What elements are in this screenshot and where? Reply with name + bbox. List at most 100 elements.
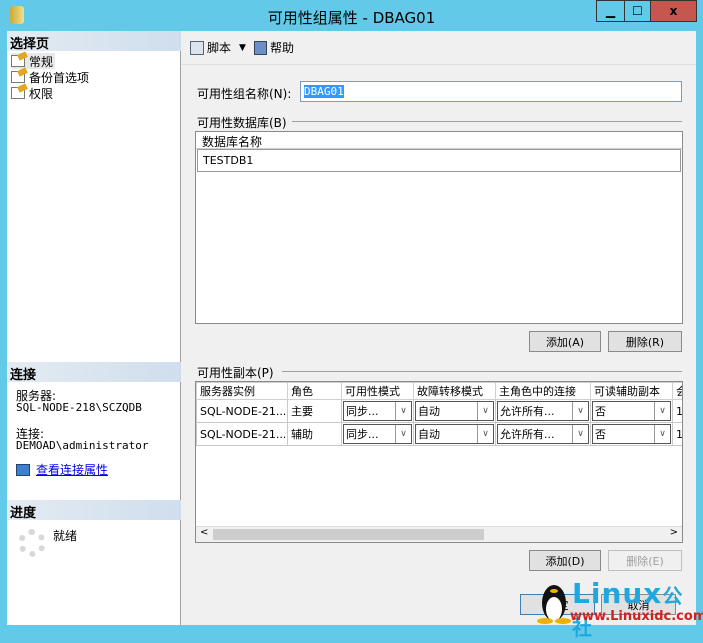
connection-value: DEMOAD\administrator — [16, 439, 149, 452]
chevron-down-icon[interactable]: ∨ — [654, 402, 670, 420]
selected-value: 自动 — [418, 405, 440, 418]
server-value: SQL-NODE-218\SCZQDB — [16, 401, 142, 414]
ok-button[interactable]: 确定 — [520, 594, 595, 615]
connection-info: 服务器: SQL-NODE-218\SCZQDB 连接: DEMOAD\admi… — [16, 390, 148, 452]
replica-row[interactable]: SQL-NODE-21...主要同步...∨自动∨允许所有...∨否∨1( — [196, 399, 682, 423]
progress-spinner-icon — [18, 529, 46, 557]
chevron-down-icon[interactable]: ∨ — [395, 402, 411, 420]
replica-role-cell[interactable]: 辅助 — [287, 422, 342, 446]
remove-replica-button[interactable]: 删除(E) — [608, 550, 682, 571]
script-button[interactable]: 脚本 — [190, 39, 231, 56]
selected-value: 同步... — [346, 405, 379, 418]
readable-secondary-select[interactable]: 否 ∨ — [592, 424, 671, 444]
nav-item-permissions[interactable]: 权限 — [11, 85, 53, 101]
readable-secondary-select[interactable]: 否 ∨ — [592, 401, 671, 421]
selected-value: 允许所有... — [500, 405, 555, 418]
progress-header: 进度 — [7, 500, 181, 521]
ag-name-input[interactable]: DBAG01 — [300, 81, 682, 102]
cancel-button[interactable]: 取消 — [601, 594, 676, 615]
select-page-header: 选择页 — [7, 31, 181, 52]
selected-value: 同步... — [346, 428, 379, 441]
ag-name-value: DBAG01 — [304, 85, 344, 98]
primary-connections-select[interactable]: 允许所有... ∨ — [497, 401, 589, 421]
replica-role-cell[interactable]: 主要 — [287, 399, 342, 423]
remove-database-button[interactable]: 删除(R) — [608, 331, 682, 352]
column-header-failover-mode[interactable]: 故障转移模式 — [413, 382, 496, 400]
scrollbar-thumb[interactable] — [213, 529, 484, 540]
view-connection-properties[interactable]: 查看连接属性 — [16, 461, 108, 478]
close-button[interactable]: x — [650, 0, 697, 22]
column-header-primary-connections[interactable]: 主角色中的连接 — [495, 382, 591, 400]
replicas-grid[interactable]: 服务器实例 角色 可用性模式 故障转移模式 主角色中的连接 可读辅助副本 会 S… — [195, 381, 683, 543]
selected-value: 自动 — [418, 428, 440, 441]
help-icon — [253, 40, 267, 55]
nav-label: 权限 — [29, 86, 54, 101]
replica-truncated-cell[interactable]: 1( — [672, 399, 682, 423]
left-pane: 选择页 常规 备份首选项 权限 连接 服务器: SQL-NODE-218\SCZ… — [7, 31, 181, 625]
chevron-down-icon[interactable]: ∨ — [654, 425, 670, 443]
help-label: 帮助 — [269, 41, 294, 55]
group-divider — [282, 371, 682, 372]
failover-mode[interactable]: 自动 ∨ — [413, 422, 496, 446]
column-header-role[interactable]: 角色 — [287, 382, 342, 400]
add-replica-button[interactable]: 添加(D) — [529, 550, 601, 571]
availability-mode[interactable]: 同步... ∨ — [341, 399, 414, 423]
nav-label: 备份首选项 — [29, 70, 90, 85]
connection-header: 连接 — [7, 362, 181, 383]
replicas-group-label: 可用性副本(P) — [197, 366, 274, 380]
maximize-button[interactable]: ☐ — [624, 0, 651, 22]
primary-connections[interactable]: 允许所有... ∨ — [495, 399, 591, 423]
failover-mode-select[interactable]: 自动 ∨ — [415, 424, 494, 444]
chevron-down-icon[interactable]: ∨ — [572, 402, 588, 420]
group-divider — [292, 121, 682, 122]
availability-mode-select[interactable]: 同步... ∨ — [343, 401, 412, 421]
database-row[interactable]: TESTDB1 — [197, 149, 681, 172]
horizontal-scrollbar[interactable]: < > — [196, 526, 682, 542]
primary-connections[interactable]: 允许所有... ∨ — [495, 422, 591, 446]
toolbar: 脚本 ▼ 帮助 — [182, 31, 696, 65]
failover-mode[interactable]: 自动 ∨ — [413, 399, 496, 423]
readable-secondary[interactable]: 否 ∨ — [590, 422, 673, 446]
availability-mode[interactable]: 同步... ∨ — [341, 422, 414, 446]
column-header-truncated[interactable]: 会 — [672, 382, 682, 400]
readable-secondary[interactable]: 否 ∨ — [590, 399, 673, 423]
replica-truncated-cell[interactable]: 1( — [672, 422, 682, 446]
connection-properties-icon — [16, 463, 30, 476]
nav-item-general[interactable]: 常规 — [11, 53, 56, 69]
column-header-readable-secondary[interactable]: 可读辅助副本 — [590, 382, 673, 400]
chevron-down-icon[interactable]: ∨ — [395, 425, 411, 443]
progress-status: 就绪 — [53, 529, 78, 543]
page-icon — [11, 55, 25, 67]
script-icon — [190, 40, 204, 55]
script-label: 脚本 — [207, 41, 232, 55]
chevron-down-icon[interactable]: ∨ — [477, 425, 493, 443]
column-header-server-instance[interactable]: 服务器实例 — [196, 382, 288, 400]
primary-connections-select[interactable]: 允许所有... ∨ — [497, 424, 589, 444]
replica-server-cell[interactable]: SQL-NODE-21... — [196, 399, 288, 423]
replica-server-cell[interactable]: SQL-NODE-21... — [196, 422, 288, 446]
help-button[interactable]: 帮助 — [253, 39, 294, 56]
column-header-availability-mode[interactable]: 可用性模式 — [341, 382, 414, 400]
selected-value: 允许所有... — [500, 428, 555, 441]
databases-grid[interactable]: 数据库名称 TESTDB1 — [195, 131, 683, 324]
main-pane: 脚本 ▼ 帮助 可用性组名称(N): DBAG01 可用性数据库(B) 数据库名… — [182, 31, 703, 640]
script-dropdown-icon[interactable]: ▼ — [239, 43, 246, 53]
view-connection-properties-link[interactable]: 查看连接属性 — [36, 461, 108, 478]
db-column-header[interactable]: 数据库名称 — [196, 132, 682, 149]
dialog-body: 选择页 常规 备份首选项 权限 连接 服务器: SQL-NODE-218\SCZ… — [7, 31, 703, 640]
title-bar: 可用性组属性 - DBAG01 ▁ ☐ x — [0, 0, 703, 31]
chevron-down-icon[interactable]: ∨ — [572, 425, 588, 443]
minimize-button[interactable]: ▁ — [596, 0, 625, 22]
failover-mode-select[interactable]: 自动 ∨ — [415, 401, 494, 421]
databases-group-label: 可用性数据库(B) — [197, 116, 287, 130]
availability-mode-select[interactable]: 同步... ∨ — [343, 424, 412, 444]
add-database-button[interactable]: 添加(A) — [529, 331, 601, 352]
nav-item-backup-preferences[interactable]: 备份首选项 — [11, 69, 89, 85]
ag-name-label: 可用性组名称(N): — [197, 87, 292, 101]
replicas-header-row: 服务器实例 角色 可用性模式 故障转移模式 主角色中的连接 可读辅助副本 会 — [196, 382, 682, 400]
chevron-down-icon[interactable]: ∨ — [477, 402, 493, 420]
replica-row[interactable]: SQL-NODE-21...辅助同步...∨自动∨允许所有...∨否∨1( — [196, 422, 682, 446]
scroll-right-icon[interactable]: > — [670, 527, 678, 538]
selected-value: 否 — [595, 428, 606, 441]
scroll-left-icon[interactable]: < — [200, 527, 208, 538]
